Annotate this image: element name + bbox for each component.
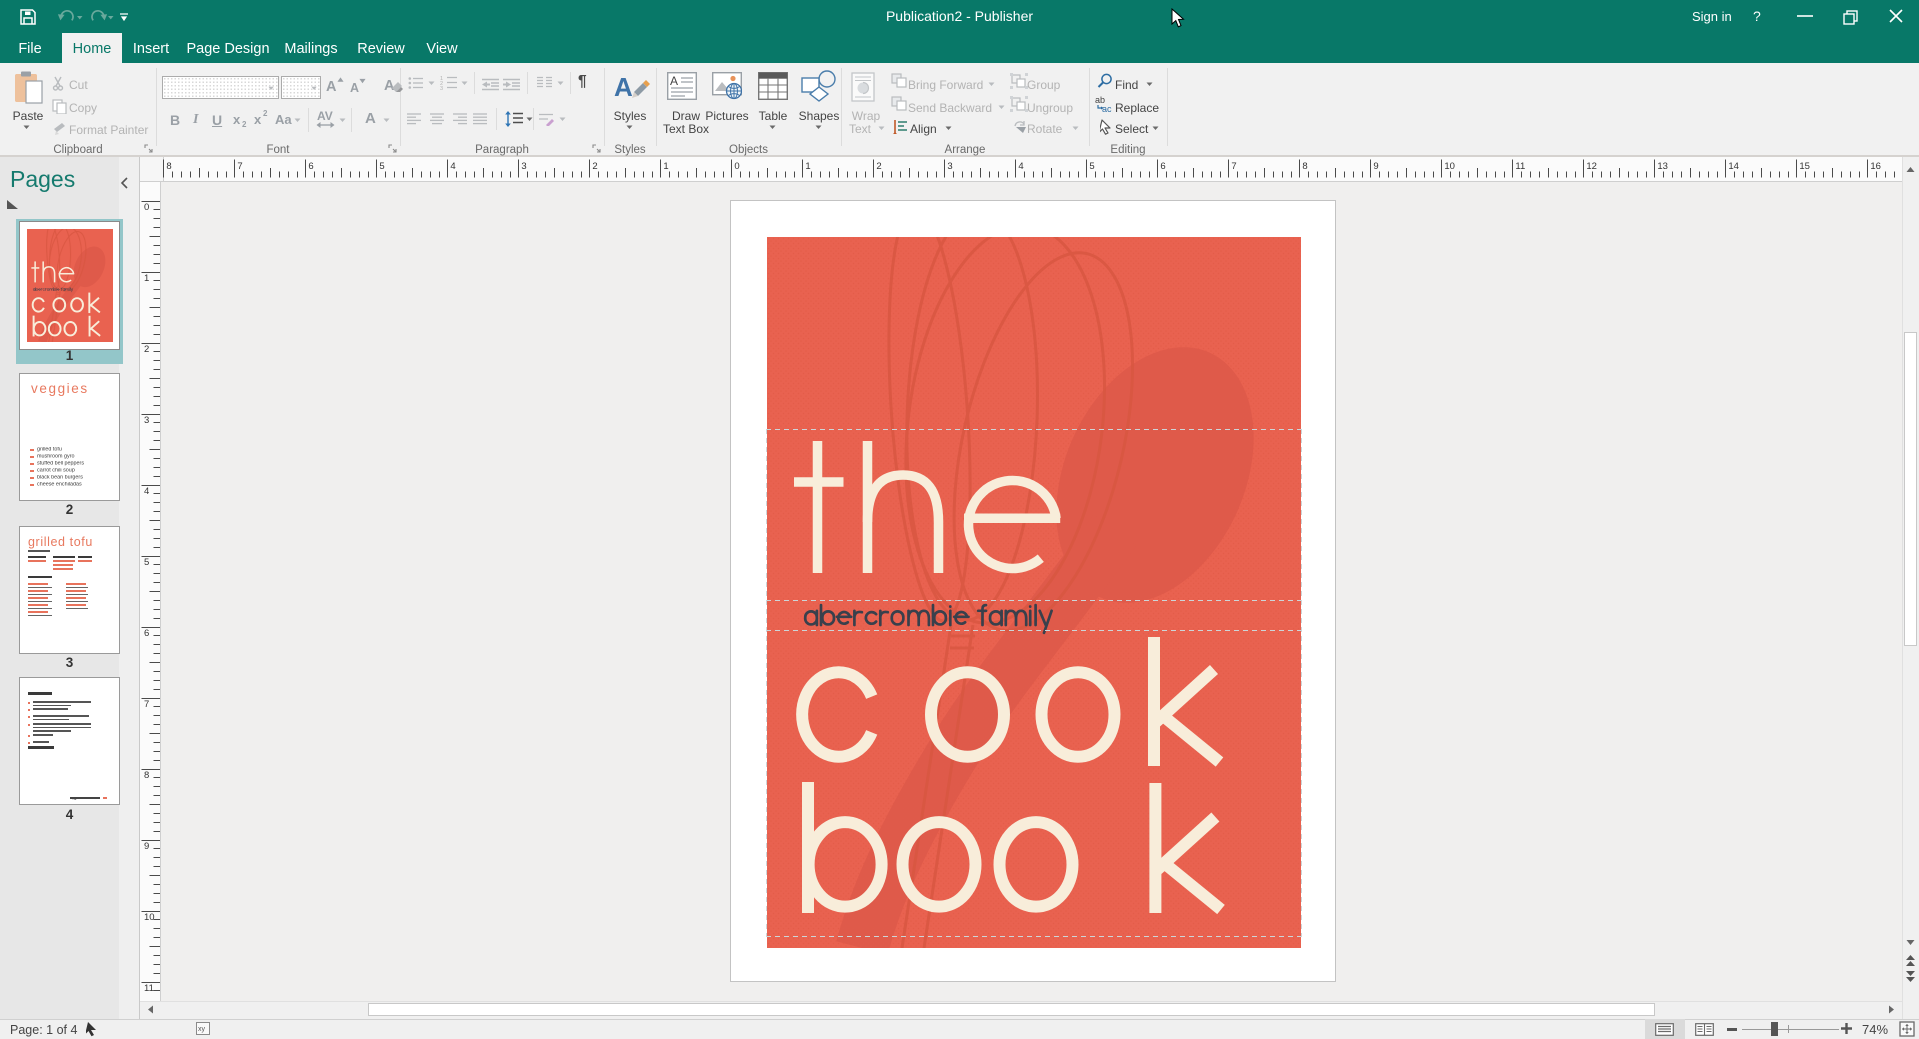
svg-text:2: 2 bbox=[144, 344, 149, 355]
svg-text:6: 6 bbox=[144, 628, 149, 639]
svg-text:10: 10 bbox=[1444, 161, 1455, 172]
svg-text:3: 3 bbox=[144, 415, 149, 426]
svg-text:3: 3 bbox=[947, 161, 952, 172]
svg-text:7: 7 bbox=[144, 699, 149, 710]
svg-text:16: 16 bbox=[1870, 161, 1881, 172]
svg-text:0: 0 bbox=[734, 161, 739, 172]
svg-text:1: 1 bbox=[663, 161, 668, 172]
svg-text:1: 1 bbox=[805, 161, 810, 172]
svg-text:11: 11 bbox=[1515, 161, 1525, 172]
svg-text:15: 15 bbox=[1799, 161, 1810, 172]
svg-text:1: 1 bbox=[144, 273, 149, 284]
svg-text:8: 8 bbox=[166, 161, 171, 172]
svg-text:7: 7 bbox=[1231, 161, 1236, 172]
svg-text:2: 2 bbox=[876, 161, 881, 172]
svg-text:5: 5 bbox=[1089, 161, 1094, 172]
svg-text:xy: xy bbox=[198, 1026, 206, 1033]
svg-text:12: 12 bbox=[1586, 161, 1597, 172]
svg-text:8: 8 bbox=[144, 770, 149, 781]
svg-text:14: 14 bbox=[1728, 161, 1739, 172]
svg-text:2: 2 bbox=[592, 161, 597, 172]
svg-text:9: 9 bbox=[1373, 161, 1378, 172]
svg-text:5: 5 bbox=[144, 557, 149, 568]
svg-text:11: 11 bbox=[144, 983, 154, 994]
svg-text:4: 4 bbox=[1018, 161, 1023, 172]
svg-text:6: 6 bbox=[1160, 161, 1165, 172]
svg-text:4: 4 bbox=[450, 161, 455, 172]
svg-text:3: 3 bbox=[521, 161, 526, 172]
svg-text:5: 5 bbox=[379, 161, 384, 172]
svg-text:8: 8 bbox=[1302, 161, 1307, 172]
svg-text:0: 0 bbox=[144, 202, 149, 213]
svg-text:13: 13 bbox=[1657, 161, 1668, 172]
svg-text:4: 4 bbox=[144, 486, 149, 497]
svg-text:6: 6 bbox=[308, 161, 313, 172]
svg-text:9: 9 bbox=[144, 841, 149, 852]
svg-text:10: 10 bbox=[144, 912, 155, 923]
svg-text:7: 7 bbox=[237, 161, 242, 172]
